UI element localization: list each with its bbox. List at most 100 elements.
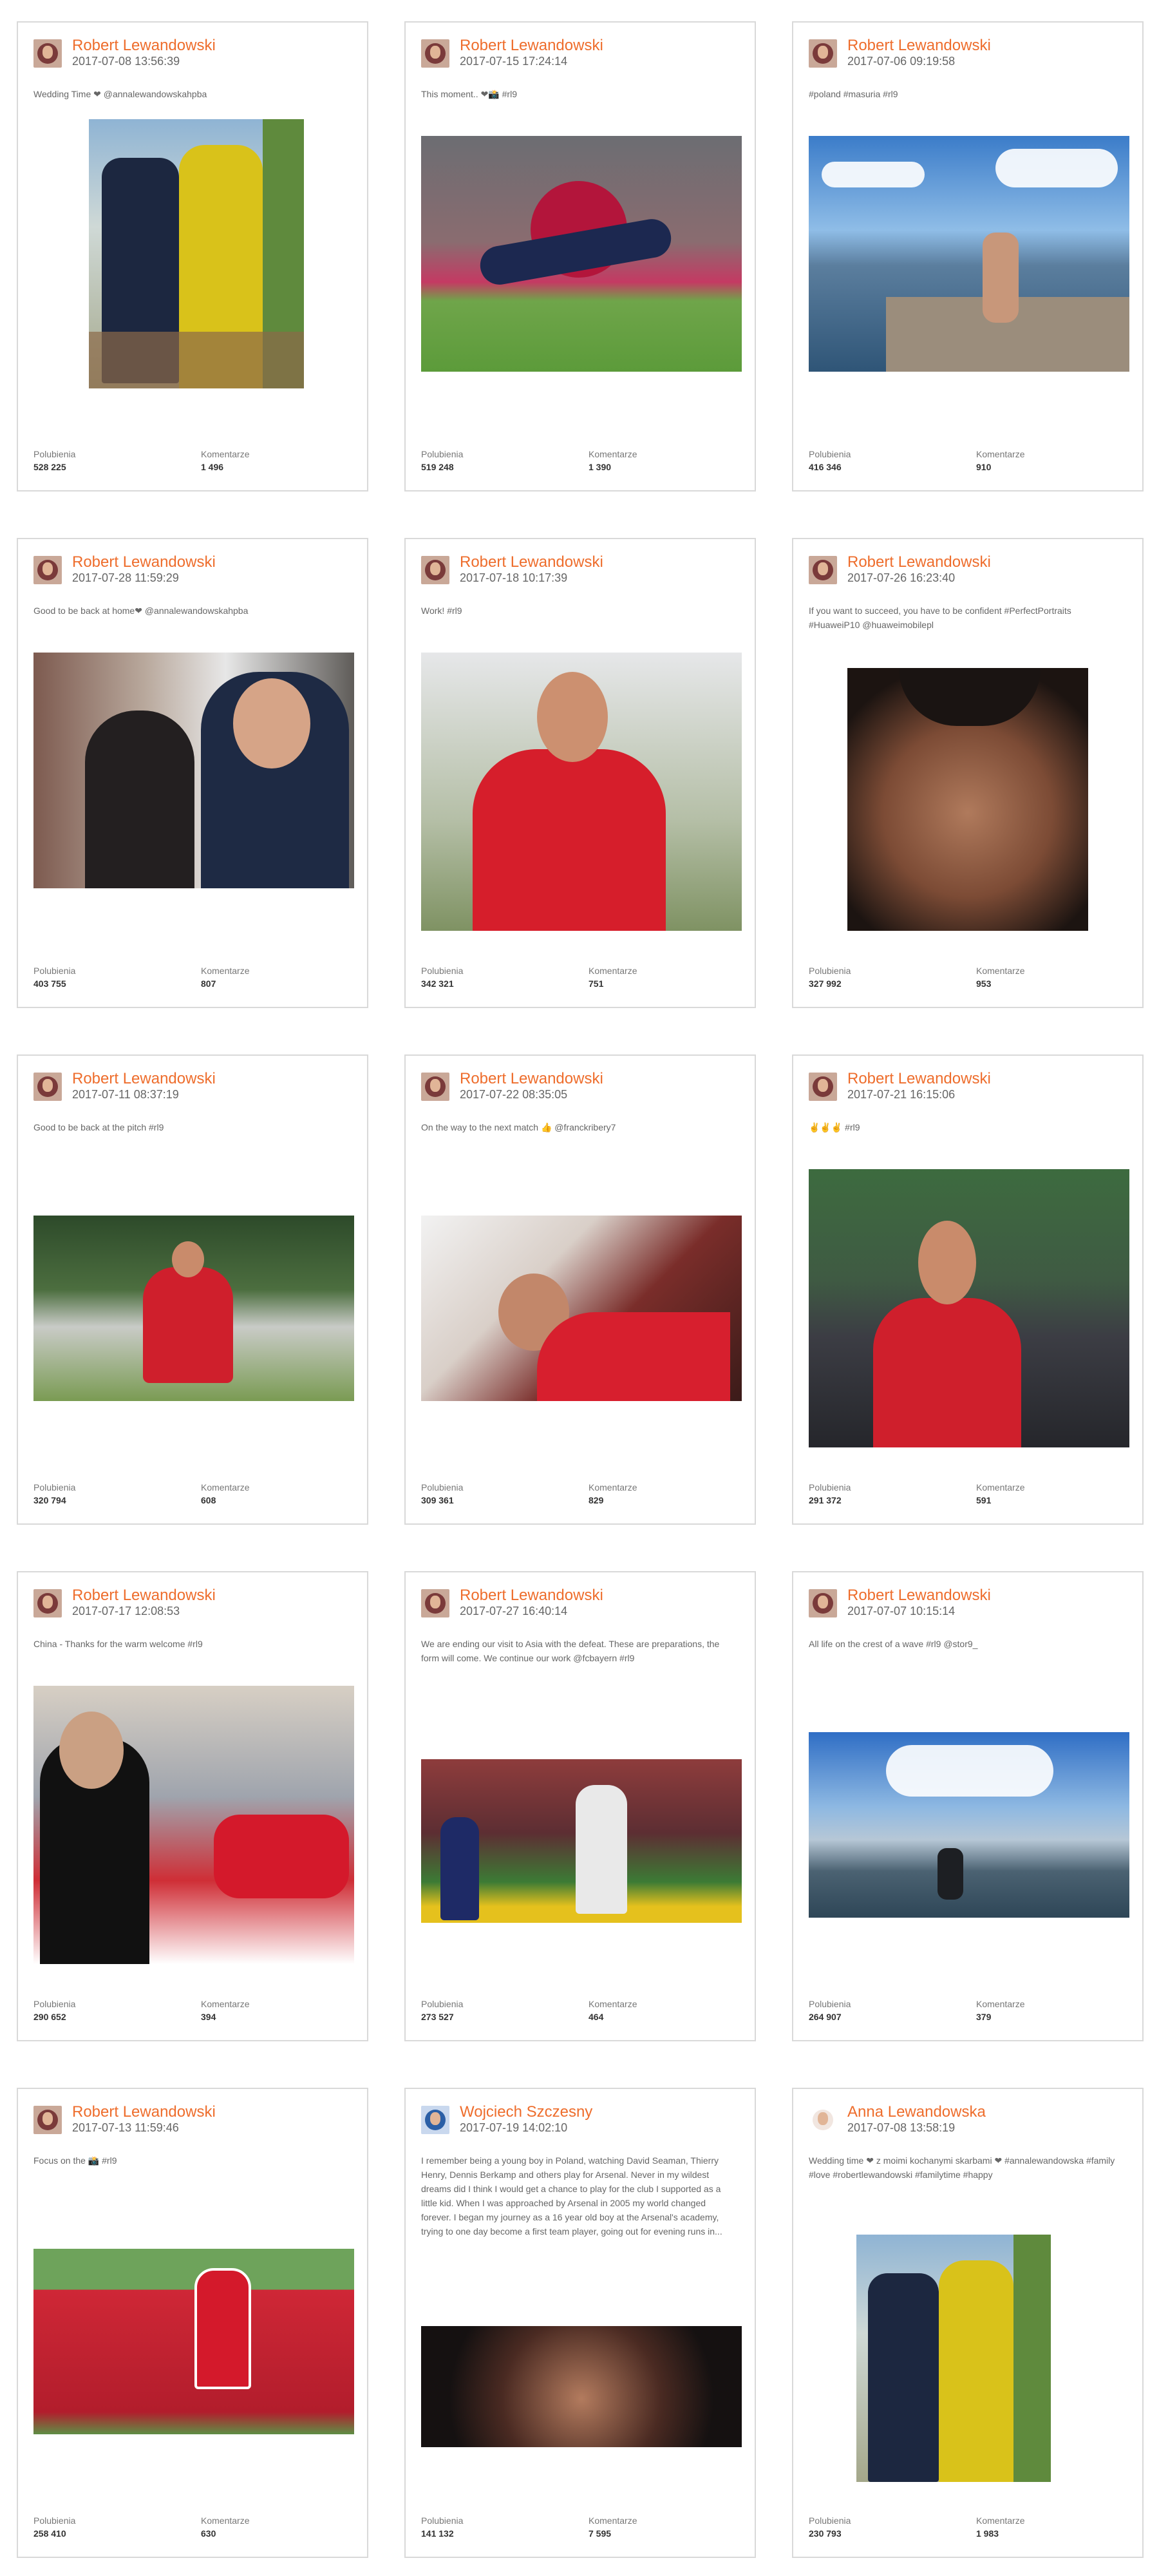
comments-label: Komentarze	[976, 966, 1025, 976]
post-stats: Polubienia 290 652 Komentarze 394	[33, 1998, 355, 2026]
post-stats: Polubienia 291 372 Komentarze 591	[809, 1481, 1131, 1509]
post-card[interactable]: Robert Lewandowski 2017-07-17 12:08:53 C…	[17, 1571, 368, 2041]
comments-count: 591	[976, 1495, 992, 1505]
author-name[interactable]: Robert Lewandowski	[460, 1070, 603, 1088]
post-card[interactable]: Robert Lewandowski 2017-07-18 10:17:39 W…	[404, 538, 756, 1008]
author-name[interactable]: Robert Lewandowski	[460, 37, 603, 55]
comments-count: 379	[976, 2012, 992, 2022]
author-name[interactable]: Robert Lewandowski	[847, 553, 991, 571]
post-stats: Polubienia 258 410 Komentarze 630	[33, 2514, 355, 2543]
post-card[interactable]: Robert Lewandowski 2017-07-21 16:15:06 ✌…	[792, 1054, 1144, 1525]
author-name[interactable]: Robert Lewandowski	[847, 1070, 991, 1088]
likes-label: Polubienia	[33, 2515, 76, 2526]
post-photo[interactable]	[809, 1169, 1129, 1447]
author-name[interactable]: Wojciech Szczesny	[460, 2103, 592, 2121]
comments-label: Komentarze	[976, 2515, 1025, 2526]
avatar[interactable]	[33, 556, 62, 584]
post-photo[interactable]	[809, 1732, 1129, 1918]
avatar[interactable]	[33, 1073, 62, 1101]
post-card[interactable]: Robert Lewandowski 2017-07-27 16:40:14 W…	[404, 1571, 756, 2041]
post-photo[interactable]	[847, 668, 1088, 931]
post-card[interactable]: Anna Lewandowska 2017-07-08 13:58:19 Wed…	[792, 2088, 1144, 2558]
post-header: Robert Lewandowski 2017-07-13 11:59:46	[33, 2103, 354, 2135]
post-photo[interactable]	[33, 653, 354, 888]
avatar[interactable]	[33, 1589, 62, 1617]
comments-label: Komentarze	[589, 1482, 637, 1493]
post-photo[interactable]	[856, 2235, 1051, 2482]
post-card[interactable]: Robert Lewandowski 2017-07-07 10:15:14 A…	[792, 1571, 1144, 2041]
comments-count: 751	[589, 978, 604, 989]
author-name[interactable]: Robert Lewandowski	[72, 2103, 216, 2121]
comments-label: Komentarze	[589, 449, 637, 459]
post-photo[interactable]	[421, 653, 742, 931]
post-photo[interactable]	[33, 2249, 354, 2434]
author-name[interactable]: Anna Lewandowska	[847, 2103, 986, 2121]
author-name[interactable]: Robert Lewandowski	[460, 553, 603, 571]
post-caption: Good to be back at home❤ @annalewandowsk…	[33, 606, 249, 616]
post-card[interactable]: Robert Lewandowski 2017-07-22 08:35:05 O…	[404, 1054, 756, 1525]
avatar[interactable]	[809, 556, 837, 584]
avatar[interactable]	[33, 39, 62, 68]
post-card[interactable]: Robert Lewandowski 2017-07-11 08:37:19 G…	[17, 1054, 368, 1525]
comments-count: 630	[201, 2528, 216, 2539]
author-name[interactable]: Robert Lewandowski	[72, 37, 216, 55]
post-header: Robert Lewandowski 2017-07-22 08:35:05	[421, 1070, 742, 1102]
likes-count: 327 992	[809, 978, 842, 989]
post-stats: Polubienia 327 992 Komentarze 953	[809, 964, 1131, 993]
comments-label: Komentarze	[201, 2515, 250, 2526]
avatar[interactable]	[33, 2106, 62, 2134]
post-photo[interactable]	[421, 1759, 742, 1923]
avatar[interactable]	[421, 1073, 449, 1101]
post-date: 2017-07-21 16:15:06	[847, 1088, 956, 1101]
comments-label: Komentarze	[976, 1482, 1025, 1493]
author-name[interactable]: Robert Lewandowski	[847, 1587, 991, 1605]
post-photo[interactable]	[809, 136, 1129, 372]
post-card[interactable]: Robert Lewandowski 2017-07-28 11:59:29 G…	[17, 538, 368, 1008]
avatar[interactable]	[809, 2106, 837, 2134]
comments-label: Komentarze	[201, 1999, 250, 2009]
post-card[interactable]: Wojciech Szczesny 2017-07-19 14:02:10 I …	[404, 2088, 756, 2558]
post-photo[interactable]	[421, 2326, 742, 2447]
comments-label: Komentarze	[589, 2515, 637, 2526]
post-card[interactable]: Robert Lewandowski 2017-07-08 13:56:39 W…	[17, 21, 368, 491]
post-photo[interactable]	[89, 119, 304, 388]
post-photo[interactable]	[421, 136, 742, 372]
author-name[interactable]: Robert Lewandowski	[72, 1587, 216, 1605]
likes-count: 519 248	[421, 462, 454, 472]
post-caption: #poland #masuria #rl9	[809, 89, 898, 99]
likes-label: Polubienia	[33, 449, 76, 459]
author-name[interactable]: Robert Lewandowski	[72, 553, 216, 571]
avatar[interactable]	[809, 39, 837, 68]
avatar[interactable]	[421, 556, 449, 584]
post-card[interactable]: Robert Lewandowski 2017-07-06 09:19:58 #…	[792, 21, 1144, 491]
avatar[interactable]	[809, 1589, 837, 1617]
avatar[interactable]	[421, 39, 449, 68]
post-caption: Focus on the 📸 #rl9	[33, 2155, 117, 2166]
post-caption: I remember being a young boy in Poland, …	[421, 2155, 722, 2237]
likes-label: Polubienia	[33, 966, 76, 976]
post-date: 2017-07-15 17:24:14	[460, 55, 568, 68]
post-photo[interactable]	[421, 1216, 742, 1401]
post-caption: ✌️✌️✌️ #rl9	[809, 1122, 860, 1132]
post-photo[interactable]	[33, 1216, 354, 1401]
author-name[interactable]: Robert Lewandowski	[847, 37, 991, 55]
post-card[interactable]: Robert Lewandowski 2017-07-15 17:24:14 T…	[404, 21, 756, 491]
avatar[interactable]	[809, 1073, 837, 1101]
comments-label: Komentarze	[201, 966, 250, 976]
author-name[interactable]: Robert Lewandowski	[72, 1070, 216, 1088]
post-caption: Good to be back at the pitch #rl9	[33, 1122, 164, 1132]
post-date: 2017-07-26 16:23:40	[847, 571, 956, 584]
likes-label: Polubienia	[421, 966, 464, 976]
avatar[interactable]	[421, 2106, 449, 2134]
author-name[interactable]: Robert Lewandowski	[460, 1587, 603, 1605]
post-caption: This moment.. ❤📸 #rl9	[421, 89, 517, 99]
post-stats: Polubienia 342 321 Komentarze 751	[421, 964, 743, 993]
post-card[interactable]: Robert Lewandowski 2017-07-26 16:23:40 I…	[792, 538, 1144, 1008]
post-date: 2017-07-17 12:08:53	[72, 1605, 180, 1617]
avatar[interactable]	[421, 1589, 449, 1617]
post-caption: If you want to succeed, you have to be c…	[809, 606, 1071, 630]
post-card[interactable]: Robert Lewandowski 2017-07-13 11:59:46 F…	[17, 2088, 368, 2558]
post-stats: Polubienia 416 346 Komentarze 910	[809, 448, 1131, 476]
post-photo[interactable]	[33, 1686, 354, 1964]
likes-label: Polubienia	[809, 449, 851, 459]
